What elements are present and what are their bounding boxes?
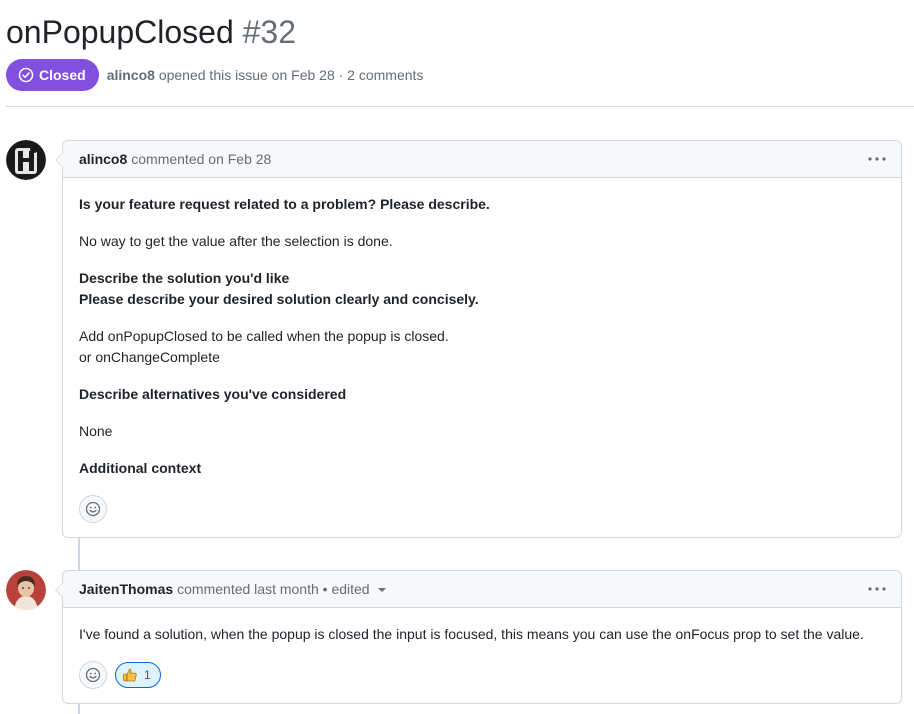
comment-paragraph: No way to get the value after the select… [79,233,393,249]
issue-number: #32 [242,14,297,50]
status-badge-label: Closed [39,67,86,83]
comment-paragraph: I've found a solution, when the popup is… [79,626,864,642]
alinco8-avatar [6,140,46,180]
avatar[interactable] [6,570,46,610]
comment-paragraph: Add onPopupClosed to be called when the … [79,328,449,344]
comment-heading: Is your feature request related to a pro… [79,196,490,212]
add-reaction-button[interactable] [79,495,107,523]
header-divider [6,106,914,107]
thumbs-up-icon [123,668,137,682]
issue-meta-text: alinco8 opened this issue on Feb 28 · 2 … [107,67,424,83]
add-reaction-button[interactable] [79,661,107,689]
kebab-menu-button[interactable] [865,579,889,599]
comment-heading: Describe the solution you'd like [79,270,290,286]
comment: alinco8 commented on Feb 28 Is your feat… [55,140,902,539]
reactions-bar: 1 [63,661,901,705]
reaction-count: 1 [144,668,151,682]
comment-paragraph: None [79,423,113,439]
issue-title-text: onPopupClosed [6,14,234,50]
status-badge: Closed [6,59,99,91]
comment-timestamp[interactable]: commented last month • edited [177,581,369,597]
comment-paragraph: or onChangeComplete [79,349,220,365]
comment-heading: Additional context [79,460,202,476]
jaitenthomas-avatar [6,570,46,610]
timeline-connector [78,537,80,571]
comment-header: JaitenThomas commented last month • edit… [63,571,901,608]
reaction-thumbs-up-button[interactable]: 1 [115,662,161,688]
kebab-horizontal-icon [868,587,886,591]
issue-header: onPopupClosed #32 Closed alinco8 opened … [6,12,914,91]
comment-body: I've found a solution, when the popup is… [63,608,901,645]
smiley-icon [85,667,101,683]
comment-author-link[interactable]: alinco8 [79,151,127,167]
check-circle-icon [18,67,34,83]
comment-heading: Describe alternatives you've considered [79,386,347,402]
issue-meta: Closed alinco8 opened this issue on Feb … [6,59,423,91]
comment-body: Is your feature request related to a pro… [63,178,901,479]
reactions-bar [63,495,901,539]
kebab-menu-button[interactable] [865,149,889,169]
comment-timestamp[interactable]: commented on Feb 28 [131,151,271,167]
kebab-horizontal-icon [868,157,886,161]
issue-meta-rest: opened this issue on Feb 28 · 2 comments [158,67,424,83]
comment-author-link[interactable]: JaitenThomas [79,581,173,597]
comment-heading: Please describe your desired solution cl… [79,291,479,307]
issue-author-link[interactable]: alinco8 [107,67,155,83]
comment: JaitenThomas commented last month • edit… [55,570,902,705]
avatar[interactable] [6,140,46,180]
edit-history-dropdown[interactable] [377,588,386,592]
issue-title: onPopupClosed #32 [6,12,914,52]
comment-header: alinco8 commented on Feb 28 [63,141,901,178]
smiley-icon [85,501,101,517]
